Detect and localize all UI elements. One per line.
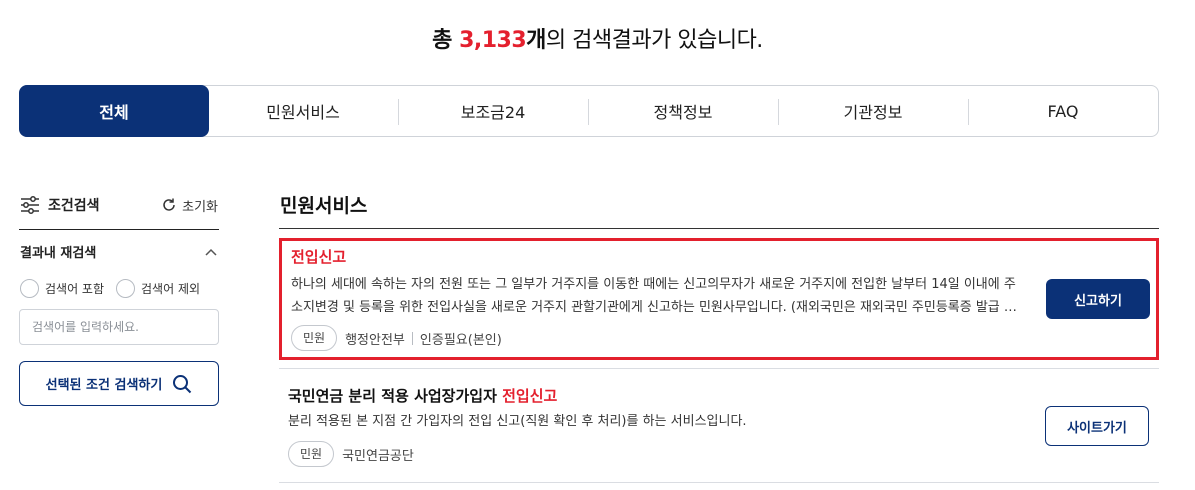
result-description: 분리 적용된 본 지점 간 가입자의 전입 신고(직원 확인 후 처리)를 하는… (288, 414, 747, 429)
section-title: 민원서비스 (280, 195, 368, 217)
result-title[interactable]: 전입신고 (291, 246, 346, 267)
category-tag: 민원 (291, 325, 338, 351)
filter-header: 조건검색 초기화 (20, 193, 218, 217)
meta-separator (411, 331, 413, 345)
apply-filter-button[interactable]: 선택된 조건 검색하기 (19, 361, 219, 406)
tab-all[interactable]: 전체 (19, 85, 209, 137)
result-meta: 민원 국민연금공단 (288, 441, 414, 467)
reset-button[interactable]: 초기화 (161, 196, 218, 215)
refresh-icon (163, 198, 175, 211)
refine-search-toggle[interactable]: 결과내 재검색 (20, 242, 218, 261)
tab-agency-info[interactable]: 기관정보 (778, 86, 968, 136)
category-tag: 민원 (288, 441, 335, 467)
sliders-icon (21, 196, 39, 214)
filter-title: 조건검색 (20, 195, 100, 215)
auth-requirement: 인증필요(본인) (419, 332, 502, 348)
chevron-up-icon (205, 248, 217, 256)
tab-policy-info[interactable]: 정책정보 (588, 86, 778, 136)
result-meta: 민원 행정안전부 인증필요(본인) (291, 325, 502, 351)
result-description: 하나의 세대에 속하는 자의 전원 또는 그 일부가 거주지를 이동한 때에는 … (291, 277, 1016, 315)
go-to-site-button[interactable]: 사이트가기 (1045, 406, 1149, 446)
category-tabs: 전체 민원서비스 보조금24 정책정보 기관정보 FAQ (19, 85, 1159, 137)
result-item: 전입신고 하나의 세대에 속하는 자의 전원 또는 그 일부가 거주지를 이동한… (279, 238, 1159, 360)
tab-faq[interactable]: FAQ (968, 86, 1158, 136)
sidebar-divider (19, 229, 219, 230)
result-title[interactable]: 국민연금 분리 적용 사업장가입자 전입신고 (288, 385, 557, 406)
agency-name: 행정안전부 (345, 332, 405, 348)
tab-subsidy24[interactable]: 보조금24 (398, 86, 588, 136)
refine-search-input[interactable] (19, 309, 219, 345)
search-icon (173, 374, 192, 393)
tab-civil-service[interactable]: 민원서비스 (208, 86, 398, 136)
section-divider (279, 228, 1159, 229)
result-count: 3,133 (459, 28, 527, 53)
keyword-options: 검색어 포함 검색어 제외 (20, 279, 200, 298)
agency-name: 국민연금공단 (342, 448, 414, 464)
radio-circle[interactable] (116, 279, 136, 298)
include-keyword-radio[interactable]: 검색어 포함 (20, 279, 104, 298)
apply-report-button[interactable]: 신고하기 (1046, 279, 1150, 319)
result-item: 국민연금 분리 적용 사업장가입자 전입신고 분리 적용된 본 지점 간 가입자… (279, 368, 1159, 483)
radio-circle[interactable] (20, 279, 39, 298)
exclude-keyword-radio[interactable]: 검색어 제외 (116, 279, 200, 298)
results-summary: 총 3,133개의 검색결과가 있습니다. (432, 28, 763, 53)
